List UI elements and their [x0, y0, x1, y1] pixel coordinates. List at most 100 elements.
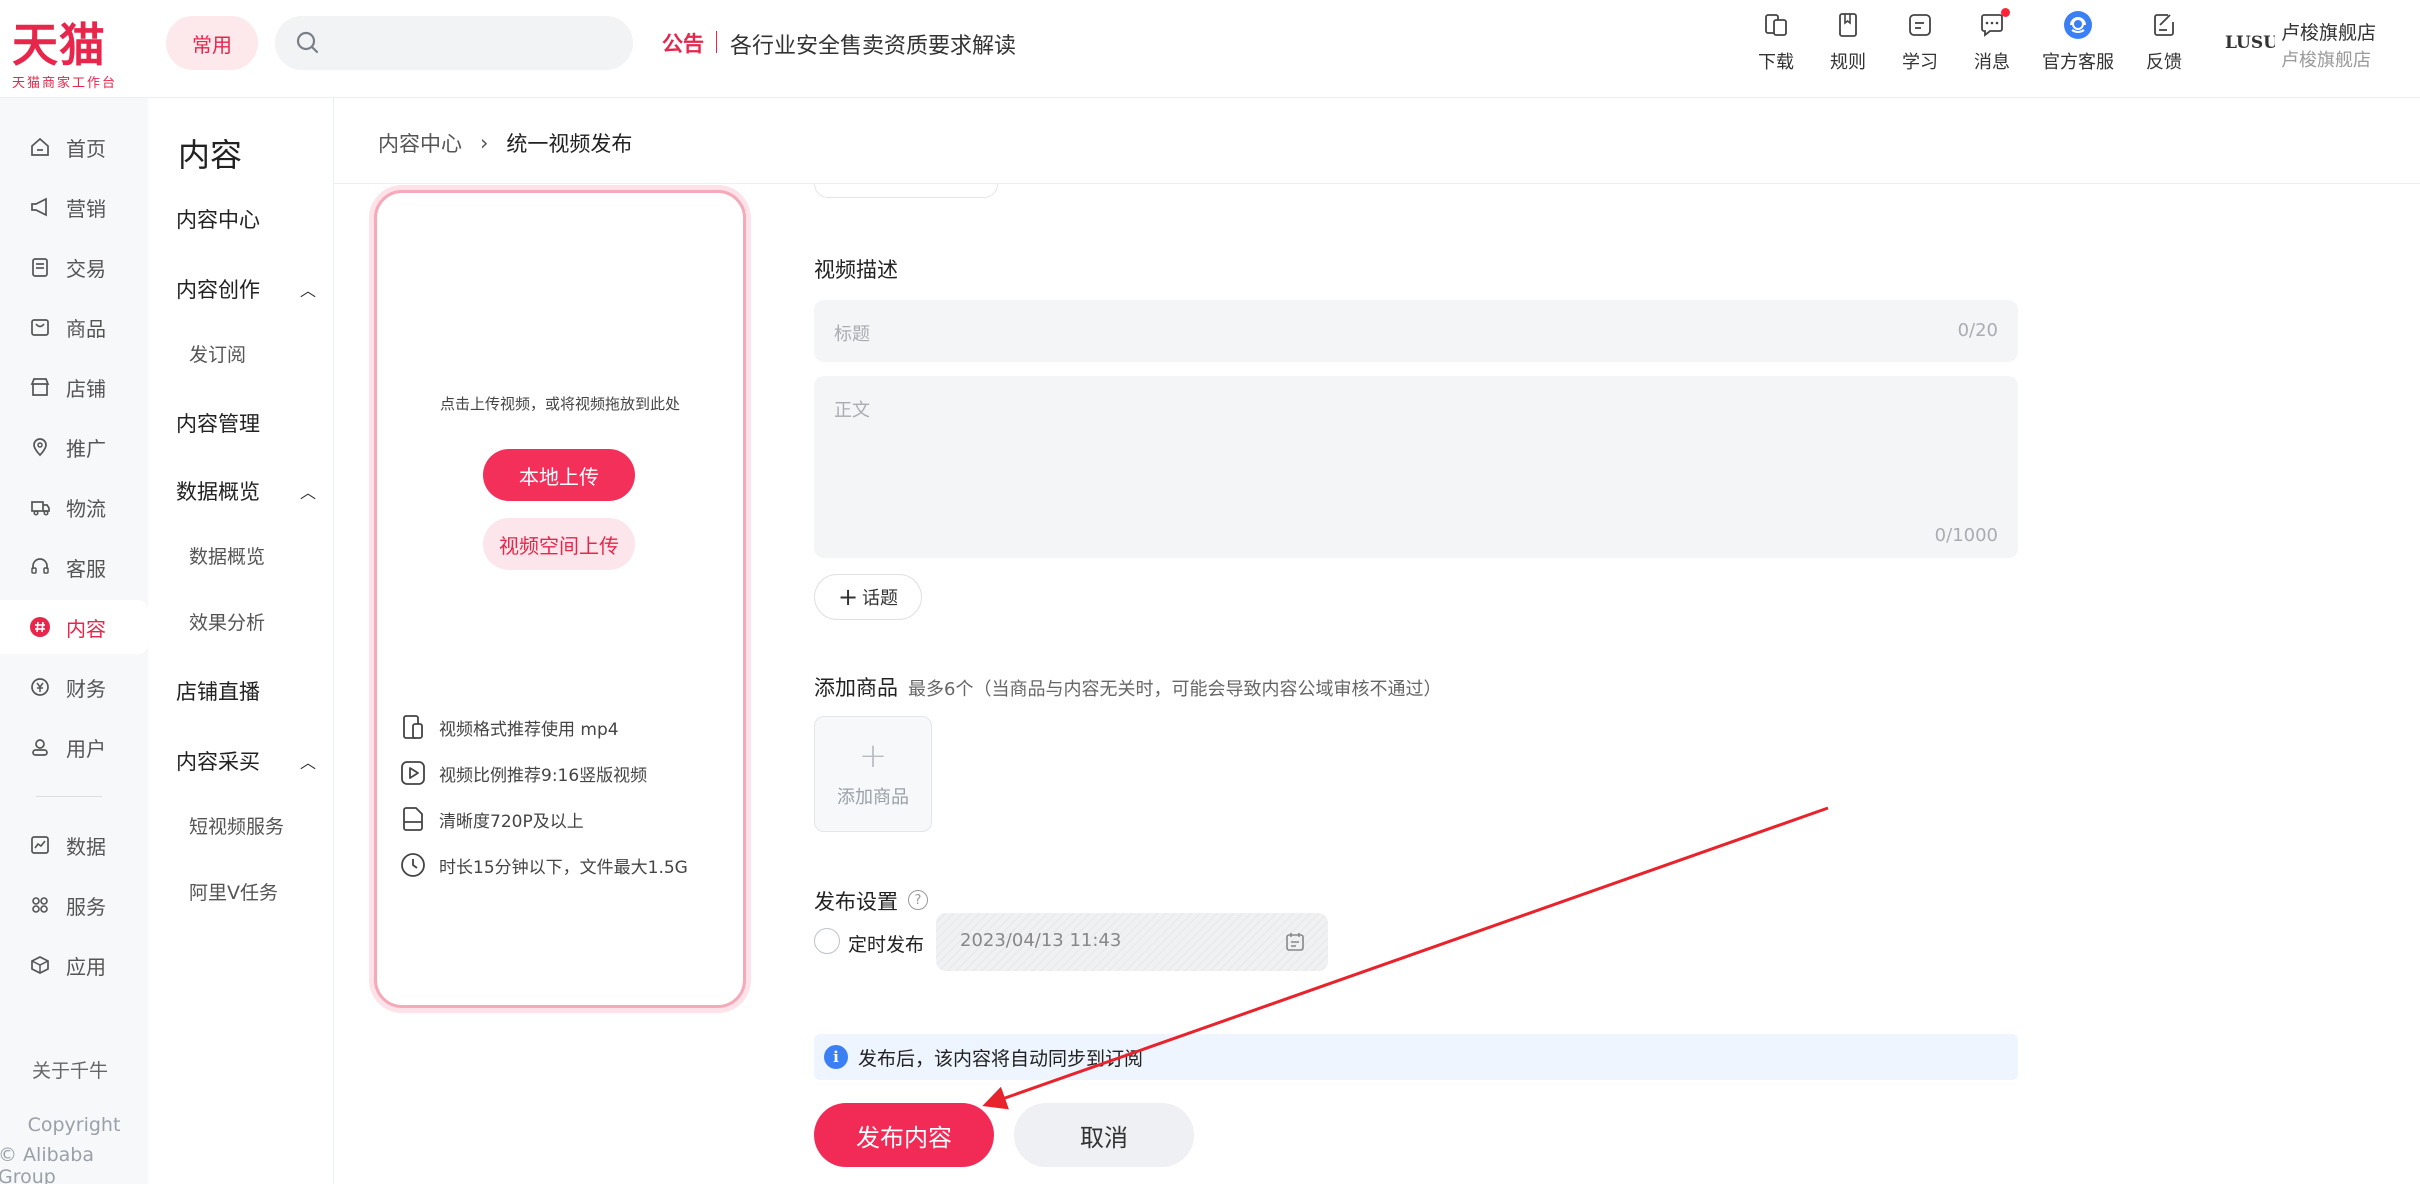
- rules-icon: [1833, 10, 1863, 40]
- logo-subtitle: 天猫商家工作台: [12, 76, 118, 91]
- previous-field-edge: [814, 184, 998, 198]
- nav-item-user[interactable]: 用户: [0, 720, 148, 774]
- nav-item-product[interactable]: 商品: [0, 300, 148, 354]
- play-icon: [399, 759, 427, 787]
- publish-settings-label: 发布设置: [814, 890, 898, 914]
- nav-item-logistics[interactable]: 物流: [0, 480, 148, 534]
- nav-item-service[interactable]: 服务: [0, 878, 148, 932]
- video-space-upload-button[interactable]: 视频空间上传: [483, 518, 635, 570]
- tmall-logo[interactable]: 天猫 天猫商家工作台: [12, 20, 132, 91]
- submenu-label: 内容创作: [176, 278, 260, 302]
- notice-link[interactable]: 各行业安全售卖资质要求解读: [730, 28, 1016, 60]
- submenu-data-overview-leaf[interactable]: 数据概览: [189, 542, 265, 569]
- shop-logo-text: LUSUO: [2225, 33, 2275, 53]
- submenu-subscribe[interactable]: 发订阅: [189, 340, 246, 367]
- cancel-button[interactable]: 取消: [1014, 1103, 1194, 1167]
- video-upload-area[interactable]: 点击上传视频，或将视频拖放到此处 本地上传 视频空间上传 视频格式推荐使用 mp…: [374, 190, 746, 1008]
- finance-icon: [28, 675, 52, 699]
- plus-icon: +: [858, 736, 888, 776]
- submenu-content-center[interactable]: 内容中心: [176, 204, 316, 234]
- submenu-content-creation[interactable]: 内容创作 ︿: [176, 274, 316, 304]
- service-icon: [28, 893, 52, 917]
- nav-item-marketing[interactable]: 营销: [0, 180, 148, 234]
- nav-label: 财务: [66, 676, 106, 701]
- submenu-content-management[interactable]: 内容管理: [176, 408, 316, 438]
- tool-rules[interactable]: 规则: [1812, 10, 1884, 74]
- tool-label: 反馈: [2146, 52, 2182, 73]
- clock-icon: [399, 851, 427, 879]
- nav-item-app[interactable]: 应用: [0, 938, 148, 992]
- tool-label: 消息: [1974, 52, 2010, 73]
- document-icon: [399, 805, 427, 833]
- publish-content-button[interactable]: 发布内容: [814, 1103, 994, 1167]
- chevron-up-icon: ︿: [299, 281, 316, 300]
- nav-item-promote[interactable]: 推广: [0, 420, 148, 474]
- tip-text: 视频格式推荐使用 mp4: [439, 719, 619, 740]
- tool-feedback[interactable]: 反馈: [2128, 10, 2200, 74]
- title-char-count: 0/20: [1957, 320, 1998, 341]
- shop-name: 卢梭旗舰店: [2281, 22, 2377, 44]
- search-input[interactable]: [275, 16, 633, 70]
- learn-icon: [1905, 10, 1935, 40]
- tool-learn[interactable]: 学习: [1884, 10, 1956, 74]
- chevron-up-icon: ︿: [299, 753, 316, 772]
- calendar-icon: [1284, 931, 1306, 957]
- about-qianniu-link[interactable]: 关于千牛: [32, 1056, 108, 1083]
- user-icon: [28, 735, 52, 759]
- scheduled-publish-label[interactable]: 定时发布: [848, 930, 924, 957]
- submenu-label: 内容管理: [176, 412, 260, 436]
- product-icon: [28, 315, 52, 339]
- top-bar: 天猫 天猫商家工作台 常用 公告 各行业安全售卖资质要求解读 下载 规则 学习 …: [0, 0, 2420, 98]
- nav-label: 用户: [66, 736, 106, 761]
- tip-text: 清晰度720P及以上: [439, 811, 584, 832]
- nav-item-trade[interactable]: 交易: [0, 240, 148, 294]
- add-topic-button[interactable]: + 话题: [814, 574, 922, 620]
- submenu-label: 内容采买: [176, 750, 260, 774]
- title-input[interactable]: 标题 0/20: [814, 300, 2018, 362]
- sync-info-bar: i 发布后，该内容将自动同步到订阅: [814, 1034, 2018, 1080]
- scheduled-datetime-input: 2023/04/13 11:43: [936, 913, 1328, 971]
- tool-official-service[interactable]: 官方客服: [2028, 10, 2128, 74]
- nav-label: 推广: [66, 436, 106, 461]
- submenu-content-purchase[interactable]: 内容采买 ︿: [176, 746, 316, 776]
- chevron-right-icon: ›: [480, 131, 489, 155]
- download-icon: [1761, 10, 1791, 40]
- home-icon: [28, 135, 52, 159]
- breadcrumb-parent[interactable]: 内容中心: [378, 128, 462, 158]
- nav-label: 内容: [66, 616, 106, 641]
- body-textarea[interactable]: 正文 0/1000: [814, 376, 2018, 558]
- tip-format: 视频格式推荐使用 mp4: [399, 713, 619, 741]
- tip-duration: 时长15分钟以下，文件最大1.5G: [399, 851, 688, 879]
- submenu-data-overview[interactable]: 数据概览 ︿: [176, 476, 316, 506]
- breadcrumb-current: 统一视频发布: [506, 132, 633, 156]
- help-icon[interactable]: ?: [908, 890, 928, 910]
- scheduled-datetime-value: 2023/04/13 11:43: [960, 930, 1122, 951]
- file-icon: [399, 713, 427, 741]
- add-product-label: 添加商品: [814, 676, 898, 700]
- title-placeholder: 标题: [834, 324, 870, 345]
- submenu-aliv-task[interactable]: 阿里V任务: [189, 878, 278, 905]
- scheduled-publish-radio[interactable]: [814, 928, 840, 954]
- nav-item-store[interactable]: 店铺: [0, 360, 148, 414]
- add-product-button[interactable]: + 添加商品: [814, 716, 932, 832]
- tool-label: 官方客服: [2042, 52, 2114, 73]
- common-button[interactable]: 常用: [166, 16, 258, 70]
- main-panel: 内容中心 › 统一视频发布 点击上传视频，或将视频拖放到此处 本地上传 视频空间…: [334, 98, 2420, 1184]
- local-upload-button[interactable]: 本地上传: [483, 449, 635, 501]
- nav-item-home[interactable]: 首页: [0, 120, 148, 174]
- breadcrumb-bar: 内容中心 › 统一视频发布: [334, 98, 2420, 184]
- submenu-short-video-service[interactable]: 短视频服务: [189, 812, 284, 839]
- submenu-store-live[interactable]: 店铺直播: [176, 676, 316, 706]
- add-product-hint: 最多6个（当商品与内容无关时，可能会导致内容公域审核不通过）: [908, 679, 1442, 700]
- nav-item-customer-service[interactable]: 客服: [0, 540, 148, 594]
- nav-item-finance[interactable]: 财务: [0, 660, 148, 714]
- order-icon: [28, 255, 52, 279]
- tool-message[interactable]: 消息: [1956, 8, 2028, 74]
- nav-item-content[interactable]: 内容: [0, 600, 148, 654]
- tool-download[interactable]: 下载: [1740, 10, 1812, 74]
- sync-info-text: 发布后，该内容将自动同步到订阅: [858, 1047, 1144, 1070]
- tool-label: 规则: [1830, 52, 1866, 73]
- nav-item-data[interactable]: 数据: [0, 818, 148, 872]
- submenu-effect-analysis[interactable]: 效果分析: [189, 608, 265, 635]
- nav-label: 应用: [66, 954, 106, 979]
